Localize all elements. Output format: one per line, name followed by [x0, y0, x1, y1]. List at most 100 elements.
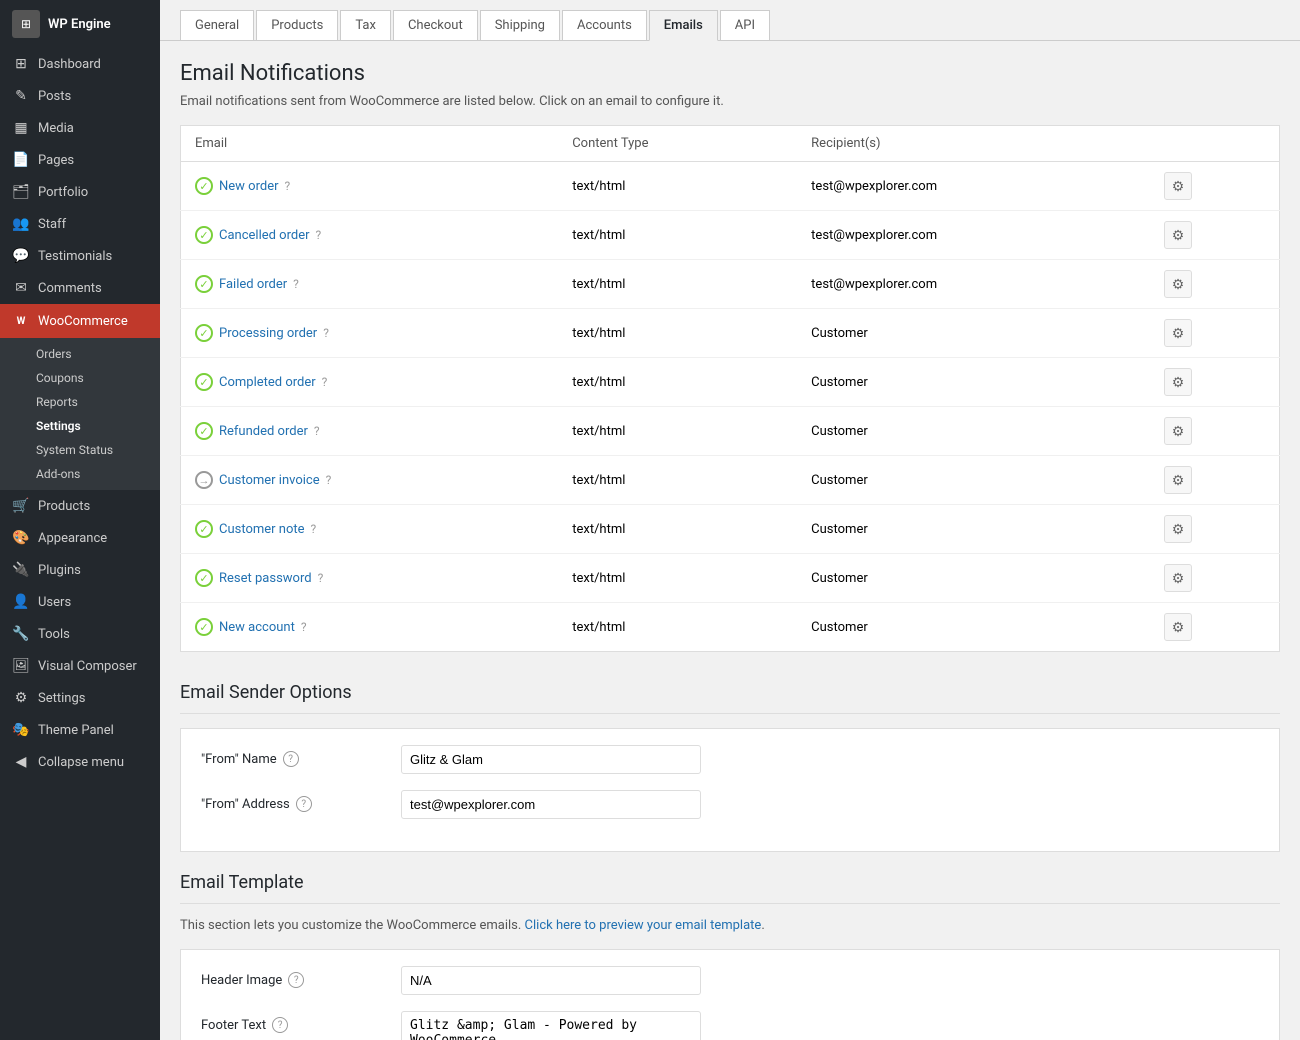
email-name-link[interactable]: Processing order [219, 326, 317, 341]
sidebar-item-settings[interactable]: ⚙ Settings [0, 682, 160, 714]
from-name-help-icon[interactable]: ? [283, 751, 299, 767]
table-row: ✓ Refunded order ? text/html Customer ⚙ [181, 407, 1280, 456]
sidebar-item-collapse[interactable]: ◀ Collapse menu [0, 746, 160, 778]
settings-gear-button[interactable]: ⚙ [1164, 515, 1192, 543]
sidebar-sub-orders[interactable]: Orders [0, 342, 160, 366]
email-name-cell: ✓ Reset password ? [181, 554, 559, 603]
header-image-input[interactable] [401, 966, 701, 995]
content-type-cell: text/html [558, 309, 797, 358]
woocommerce-icon: W [12, 312, 30, 330]
sidebar-sub-coupons[interactable]: Coupons [0, 366, 160, 390]
recipient-cell: test@wpexplorer.com [797, 211, 1150, 260]
question-icon: ? [316, 228, 322, 242]
email-name-cell: ✓ Completed order ? [181, 358, 559, 407]
col-actions [1150, 126, 1280, 162]
question-icon: ? [285, 179, 291, 193]
sidebar-item-portfolio[interactable]: 🗂 Portfolio [0, 176, 160, 208]
header-image-field [401, 966, 1259, 995]
settings-gear-button[interactable]: ⚙ [1164, 613, 1192, 641]
recipient-cell: Customer [797, 505, 1150, 554]
sidebar-logo-text: WP Engine [48, 17, 111, 32]
header-image-help-icon[interactable]: ? [288, 972, 304, 988]
from-name-input[interactable] [401, 745, 701, 774]
footer-text-help-icon[interactable]: ? [272, 1017, 288, 1033]
sidebar-item-testimonials[interactable]: 💬 Testimonials [0, 240, 160, 272]
from-address-help-icon[interactable]: ? [296, 796, 312, 812]
tab-api[interactable]: API [720, 10, 770, 40]
sidebar-item-plugins[interactable]: 🔌 Plugins [0, 554, 160, 586]
settings-gear-button[interactable]: ⚙ [1164, 172, 1192, 200]
sidebar-sub-settings[interactable]: Settings [0, 414, 160, 438]
tab-checkout[interactable]: Checkout [393, 10, 478, 40]
sidebar-item-appearance[interactable]: 🎨 Appearance [0, 522, 160, 554]
email-name-link[interactable]: Customer invoice [219, 473, 320, 488]
sidebar-item-dashboard[interactable]: ⊞ Dashboard [0, 48, 160, 80]
sidebar-item-products[interactable]: 🛒 Products [0, 490, 160, 522]
sidebar-logo[interactable]: ⊞ WP Engine [0, 0, 160, 48]
settings-gear-button[interactable]: ⚙ [1164, 368, 1192, 396]
sidebar-sub-reports[interactable]: Reports [0, 390, 160, 414]
sidebar-item-comments[interactable]: ✉ Comments [0, 272, 160, 304]
email-name-cell: ✓ Cancelled order ? [181, 211, 559, 260]
sidebar-item-theme-panel[interactable]: 🎭 Theme Panel [0, 714, 160, 746]
tab-general[interactable]: General [180, 10, 254, 40]
tab-accounts[interactable]: Accounts [562, 10, 647, 40]
email-name-link[interactable]: Customer note [219, 522, 305, 537]
footer-text-textarea[interactable]: Glitz &amp; Glam - Powered by WooCommerc… [401, 1011, 701, 1040]
sidebar-item-media[interactable]: ▦ Media [0, 112, 160, 144]
page-content: Email Notifications Email notifications … [160, 41, 1300, 1040]
sidebar-item-label: Dashboard [38, 57, 101, 72]
sidebar-item-visual-composer[interactable]: 🖼 Visual Composer [0, 650, 160, 682]
sidebar-item-users[interactable]: 👤 Users [0, 586, 160, 618]
actions-cell: ⚙ [1150, 162, 1280, 211]
email-name-link[interactable]: New account [219, 620, 295, 635]
table-row: ✓ Completed order ? text/html Customer ⚙ [181, 358, 1280, 407]
tab-products[interactable]: Products [256, 10, 338, 40]
question-icon: ? [326, 473, 332, 487]
from-address-input[interactable] [401, 790, 701, 819]
email-name-link[interactable]: Completed order [219, 375, 316, 390]
email-name-cell: ✓ Refunded order ? [181, 407, 559, 456]
tab-shipping[interactable]: Shipping [480, 10, 560, 40]
settings-gear-button[interactable]: ⚙ [1164, 221, 1192, 249]
sidebar-item-label: Posts [38, 89, 71, 104]
sidebar-item-label: Tools [38, 627, 70, 642]
email-name-link[interactable]: Failed order [219, 277, 287, 292]
question-icon: ? [314, 424, 320, 438]
from-name-field [401, 745, 1259, 774]
check-icon: ✓ [195, 275, 213, 293]
sidebar-sub-add-ons[interactable]: Add-ons [0, 462, 160, 486]
check-icon: ✓ [195, 618, 213, 636]
settings-gear-button[interactable]: ⚙ [1164, 319, 1192, 347]
preview-template-link[interactable]: Click here to preview your email templat… [525, 918, 762, 933]
email-name-link[interactable]: Reset password [219, 571, 312, 586]
table-row: ✓ Failed order ? text/html test@wpexplor… [181, 260, 1280, 309]
tab-tax[interactable]: Tax [340, 10, 391, 40]
settings-gear-button[interactable]: ⚙ [1164, 417, 1192, 445]
sidebar-item-woocommerce[interactable]: W WooCommerce [0, 304, 160, 338]
actions-cell: ⚙ [1150, 554, 1280, 603]
sidebar-item-posts[interactable]: ✎ Posts [0, 80, 160, 112]
from-address-row: "From" Address ? [201, 790, 1259, 819]
email-template-desc: This section lets you customize the WooC… [180, 918, 1280, 933]
tab-emails[interactable]: Emails [649, 10, 718, 41]
question-icon: ? [323, 326, 329, 340]
col-content-type: Content Type [558, 126, 797, 162]
email-name-link[interactable]: Refunded order [219, 424, 308, 439]
footer-text-row: Footer Text ? Glitz &amp; Glam - Powered… [201, 1011, 1259, 1040]
sidebar-item-tools[interactable]: 🔧 Tools [0, 618, 160, 650]
col-email: Email [181, 126, 559, 162]
woocommerce-submenu: Orders Coupons Reports Settings System S… [0, 338, 160, 490]
email-name-link[interactable]: Cancelled order [219, 228, 310, 243]
sidebar-item-pages[interactable]: 📄 Pages [0, 144, 160, 176]
email-name-link[interactable]: New order [219, 179, 279, 194]
email-name-cell: ✓ New account ? [181, 603, 559, 652]
settings-gear-button[interactable]: ⚙ [1164, 466, 1192, 494]
settings-gear-button[interactable]: ⚙ [1164, 270, 1192, 298]
question-icon: ? [318, 571, 324, 585]
content-type-cell: text/html [558, 407, 797, 456]
sidebar-item-staff[interactable]: 👥 Staff [0, 208, 160, 240]
sidebar-sub-system-status[interactable]: System Status [0, 438, 160, 462]
check-icon: ✓ [195, 422, 213, 440]
settings-gear-button[interactable]: ⚙ [1164, 564, 1192, 592]
